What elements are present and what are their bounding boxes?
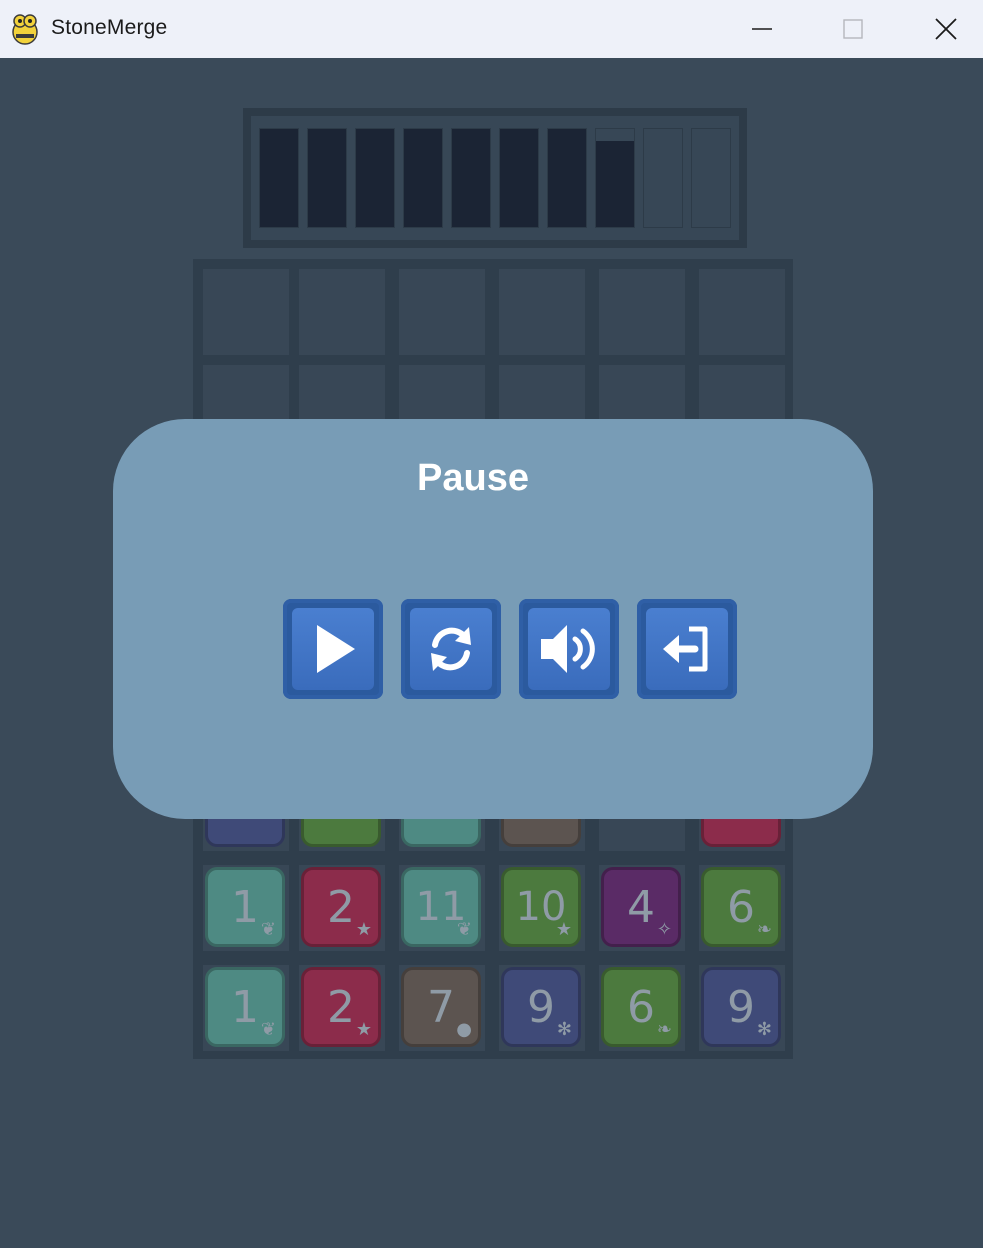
tile-value: 9 xyxy=(727,981,755,1033)
gear-icon: ✻ xyxy=(556,1019,572,1040)
stone-tile[interactable]: 10 ★ xyxy=(501,867,581,947)
board-cell[interactable]: 10 ★ xyxy=(499,865,585,951)
progress-segment xyxy=(595,128,635,228)
restart-icon xyxy=(431,627,471,671)
board-cell[interactable] xyxy=(599,269,685,355)
board-cell[interactable]: 1 ❦ xyxy=(203,965,289,1051)
tile-value: 1 xyxy=(231,981,259,1033)
board-cell[interactable]: 6 ❧ xyxy=(599,965,685,1051)
stone-tile[interactable]: 9 ✻ xyxy=(501,967,581,1047)
progress-segment xyxy=(691,128,731,228)
board-cell[interactable]: 11 ❦ xyxy=(399,865,485,951)
board-cell[interactable] xyxy=(399,269,485,355)
grass-icon: ❧ xyxy=(756,919,772,940)
rock-icon: ● xyxy=(456,1019,472,1040)
progress-segment-fill xyxy=(404,129,442,227)
board-cell[interactable]: 9 ✻ xyxy=(699,965,785,1051)
tile-value: 10 xyxy=(515,884,567,930)
board-cell[interactable]: 2 ★ xyxy=(299,865,385,951)
restart-button[interactable] xyxy=(401,599,501,699)
stone-tile[interactable]: 1 ❦ xyxy=(205,967,285,1047)
board-cell[interactable] xyxy=(499,269,585,355)
progress-segment xyxy=(643,128,683,228)
stone-tile[interactable]: 9 ✻ xyxy=(701,967,781,1047)
star-icon: ★ xyxy=(355,919,372,940)
progress-segment-fill xyxy=(356,129,394,227)
progress-segment xyxy=(547,128,587,228)
tile-value: 6 xyxy=(627,981,655,1033)
resume-button[interactable] xyxy=(283,599,383,699)
leaf-icon: ❦ xyxy=(260,919,276,940)
play-icon xyxy=(317,625,355,673)
game-area: 1 ❦ 2 ★ 11 ❦ 10 ★ 4 ✧ 6 ❧ 1 ❦ 2 ★ 7 ● 9 ✻ 6 ❧ 9 ✻ Pause xyxy=(0,58,983,1248)
tile-value: 6 xyxy=(727,881,755,933)
stone-tile[interactable]: 7 ● xyxy=(401,967,481,1047)
board-cell[interactable]: 7 ● xyxy=(399,965,485,1051)
stone-tile[interactable]: 1 ❦ xyxy=(205,867,285,947)
minimize-button[interactable] xyxy=(716,0,808,58)
close-button[interactable] xyxy=(900,0,983,58)
board-cell[interactable]: 4 ✧ xyxy=(599,865,685,951)
board-cell[interactable]: 6 ❧ xyxy=(699,865,785,951)
star-icon: ★ xyxy=(355,1019,372,1040)
progress-segment xyxy=(403,128,443,228)
stone-tile[interactable]: 11 ❦ xyxy=(401,867,481,947)
window-title: StoneMerge xyxy=(51,16,168,39)
stone-tile[interactable]: 4 ✧ xyxy=(601,867,681,947)
grass-icon: ❧ xyxy=(656,1019,672,1040)
progress-meter-track xyxy=(251,116,739,240)
sound-button[interactable] xyxy=(519,599,619,699)
progress-segment-fill xyxy=(260,129,298,227)
progress-segment-fill xyxy=(548,129,586,227)
tile-value: 2 xyxy=(327,881,355,933)
progress-segment-fill xyxy=(596,140,634,227)
board-cell[interactable]: 1 ❦ xyxy=(203,865,289,951)
board-cell[interactable]: 2 ★ xyxy=(299,965,385,1051)
exit-icon xyxy=(663,626,708,672)
tile-value: 2 xyxy=(327,981,355,1033)
gear-icon: ✻ xyxy=(756,1019,772,1040)
progress-segment-fill xyxy=(308,129,346,227)
tile-value: 9 xyxy=(527,981,555,1033)
title-bar: StoneMerge xyxy=(0,0,983,58)
progress-segment xyxy=(259,128,299,228)
stone-tile[interactable]: 6 ❧ xyxy=(701,867,781,947)
maximize-icon xyxy=(843,19,863,39)
progress-segment-fill xyxy=(500,129,538,227)
speaker-icon xyxy=(541,625,595,673)
progress-segment xyxy=(307,128,347,228)
stone-tile[interactable]: 2 ★ xyxy=(301,867,381,947)
progress-segment xyxy=(355,128,395,228)
stone-tile[interactable]: 6 ❧ xyxy=(601,967,681,1047)
maximize-button[interactable] xyxy=(807,0,899,58)
progress-segment xyxy=(499,128,539,228)
board-cell[interactable] xyxy=(203,269,289,355)
board-cell[interactable]: 9 ✻ xyxy=(499,965,585,1051)
app-snake-icon xyxy=(10,12,40,46)
stone-tile[interactable]: 2 ★ xyxy=(301,967,381,1047)
board-cell[interactable] xyxy=(699,269,785,355)
exit-button[interactable] xyxy=(637,599,737,699)
progress-segment xyxy=(451,128,491,228)
pause-title: Pause xyxy=(417,457,529,499)
sparkle-icon: ✧ xyxy=(656,919,672,940)
progress-segment-fill xyxy=(452,129,490,227)
tile-value: 7 xyxy=(427,981,455,1033)
progress-meter xyxy=(243,108,747,248)
tile-value: 1 xyxy=(231,881,259,933)
pause-dialog: Pause xyxy=(113,419,873,819)
tile-value: 11 xyxy=(415,884,467,930)
minimize-icon xyxy=(752,28,772,30)
close-icon xyxy=(935,18,957,40)
leaf-icon: ❦ xyxy=(260,1019,276,1040)
board-cell[interactable] xyxy=(299,269,385,355)
tile-value: 4 xyxy=(627,881,655,933)
